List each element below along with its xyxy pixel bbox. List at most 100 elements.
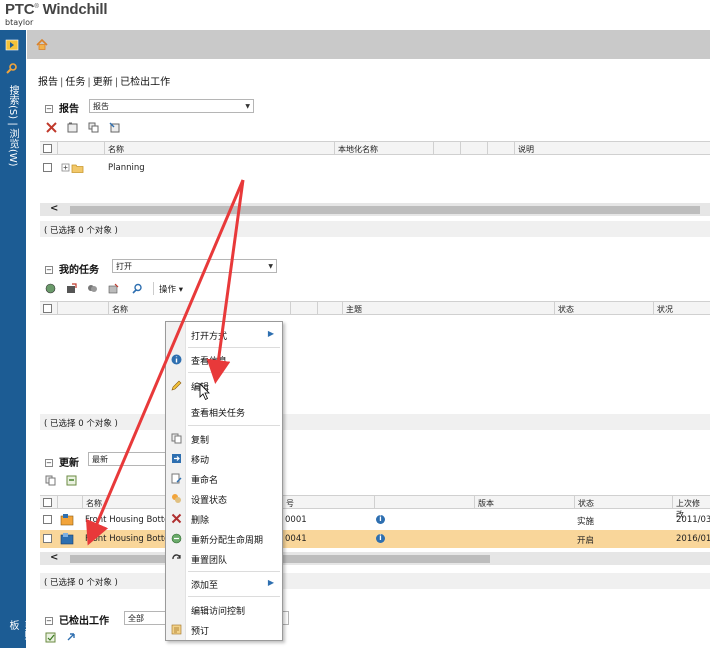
collapse-icon[interactable]: − xyxy=(45,266,53,274)
undo-checkout-icon[interactable] xyxy=(66,632,77,643)
team-icon xyxy=(172,554,181,560)
column-name[interactable]: 名称 xyxy=(104,142,334,155)
reports-dropdown[interactable]: 报告 ▼ xyxy=(89,99,254,113)
object-number: 0041 xyxy=(285,534,307,544)
menu-item-add-to[interactable]: 添加至 ▶ xyxy=(166,574,282,593)
tab-reports[interactable]: 报告 xyxy=(38,77,58,88)
column-state[interactable]: 状态 xyxy=(574,496,672,509)
collapse-icon[interactable]: − xyxy=(45,617,53,625)
object-modified: 2016/01 xyxy=(676,534,710,544)
menu-item-set-state[interactable]: 设置状态 xyxy=(166,489,282,508)
object-name[interactable]: Front Housing Botto xyxy=(85,515,169,525)
submenu-arrow-icon: ▶ xyxy=(267,329,274,338)
find-icon[interactable] xyxy=(132,283,143,294)
update-task-icon[interactable] xyxy=(108,283,119,294)
tab-checked-out[interactable]: 已检出工作 xyxy=(120,77,170,88)
menu-item-copy[interactable]: 复制 xyxy=(166,429,282,448)
tab-tasks[interactable]: 任务 xyxy=(65,77,85,88)
column-localized-name[interactable]: 本地化名称 xyxy=(334,142,433,155)
table-row[interactable]: Front Housing Botto 0001 i 实施 2011/03 xyxy=(40,511,710,529)
state-icon xyxy=(172,494,181,503)
annotation-arrows xyxy=(85,179,245,546)
info-icon[interactable]: i xyxy=(376,534,385,543)
submenu-arrow-icon: ▶ xyxy=(267,578,274,587)
select-all-checkbox[interactable] xyxy=(43,144,52,153)
collapse-icon[interactable]: − xyxy=(45,459,53,467)
column-subject[interactable]: 主题 xyxy=(342,302,554,315)
horizontal-scrollbar[interactable]: < xyxy=(40,203,710,216)
reserve-icon xyxy=(171,624,182,635)
column-number[interactable]: 号 xyxy=(282,496,374,509)
pencil-icon xyxy=(171,380,182,391)
object-name[interactable]: Front Housing Botto xyxy=(85,534,169,544)
report-name[interactable]: Planning xyxy=(108,163,145,173)
menu-item-reserve[interactable]: 预订 xyxy=(166,620,282,639)
group-icon[interactable] xyxy=(87,283,98,294)
navigator-toggle-icon[interactable] xyxy=(5,39,19,51)
info-icon xyxy=(171,354,182,365)
table-row-selected[interactable]: Front Housing Botto 0041 i 开启 2016/01 xyxy=(40,530,710,548)
menu-item-rename[interactable]: 重命名 xyxy=(166,469,282,488)
column-last-modified[interactable]: 上次修改 xyxy=(672,496,710,519)
actions-menu-button[interactable]: 操作 ▾ xyxy=(159,283,183,295)
select-all-checkbox[interactable] xyxy=(43,498,52,507)
chevron-down-icon: ▼ xyxy=(245,103,250,110)
column-state[interactable]: 状态 xyxy=(554,302,653,315)
selection-count: ( 已选择 0 个对象 ) xyxy=(40,573,710,589)
lifecycle-icon xyxy=(171,533,182,544)
move-icon xyxy=(172,454,181,463)
task-icon[interactable] xyxy=(45,283,56,294)
rename-icon xyxy=(171,473,182,484)
reports-title: − 报告 xyxy=(45,104,79,115)
updates-title: − 更新 xyxy=(45,458,79,469)
check-in-icon[interactable] xyxy=(45,632,56,643)
menu-item-edit[interactable]: 编辑 xyxy=(166,376,282,395)
horizontal-scrollbar[interactable]: < xyxy=(40,552,710,565)
scroll-left-icon[interactable]: < xyxy=(50,552,58,563)
menu-item-open-with[interactable]: 打开方式 ▶ xyxy=(166,325,282,344)
reassign-icon[interactable] xyxy=(66,283,77,294)
row-checkbox[interactable] xyxy=(43,163,52,172)
menu-item-move[interactable]: 移动 xyxy=(166,449,282,468)
column-version[interactable]: 版本 xyxy=(474,496,574,509)
tasks-title: − 我的任务 xyxy=(45,265,99,276)
search-icon[interactable] xyxy=(5,63,19,75)
home-tabs: 报告 | 任务 | 更新 | 已检出工作 xyxy=(38,77,171,88)
column-description[interactable]: 说明 xyxy=(514,142,710,155)
home-toolbar xyxy=(27,30,710,59)
expand-folder-icon[interactable] xyxy=(61,162,85,174)
checked-out-toolbar xyxy=(40,630,710,646)
collapse-icon[interactable]: − xyxy=(45,105,53,113)
select-all-checkbox[interactable] xyxy=(43,304,52,313)
delete-icon xyxy=(171,513,182,524)
menu-item-reassign-lifecycle[interactable]: 重新分配生命周期 xyxy=(166,529,282,548)
menu-item-view-info[interactable]: 查看信息 xyxy=(166,350,282,369)
row-checkbox[interactable] xyxy=(43,515,52,524)
delete-icon[interactable] xyxy=(46,122,57,133)
row-checkbox[interactable] xyxy=(43,534,52,543)
table-row[interactable]: Planning xyxy=(40,159,710,177)
search-browse-tab[interactable]: 搜索(S) | 浏览(W) xyxy=(5,85,20,167)
edit-report-icon[interactable] xyxy=(109,122,120,133)
export-icon[interactable] xyxy=(66,475,77,486)
clipboard-tab[interactable]: 剪贴板 xyxy=(5,620,35,648)
reports-table-header: 名称 本地化名称 说明 xyxy=(40,141,710,155)
menu-item-view-related-tasks[interactable]: 查看相关任务 xyxy=(166,402,282,421)
scroll-left-icon[interactable]: < xyxy=(50,203,58,214)
column-status[interactable]: 状况 xyxy=(653,302,710,315)
column-name[interactable]: 名称 xyxy=(108,302,290,315)
copy-report-icon[interactable] xyxy=(88,122,99,133)
menu-item-delete[interactable]: 删除 xyxy=(166,509,282,528)
home-icon[interactable] xyxy=(36,39,48,50)
object-state: 开启 xyxy=(577,536,595,546)
menu-item-edit-access-control[interactable]: 编辑访问控制 xyxy=(166,600,282,619)
selection-count: ( 已选择 0 个对象 ) xyxy=(40,221,710,237)
menu-item-reset-team[interactable]: 重置团队 xyxy=(166,549,282,568)
copy-icon[interactable] xyxy=(45,475,56,486)
tasks-dropdown[interactable]: 打开 ▼ xyxy=(112,259,277,273)
tab-updates[interactable]: 更新 xyxy=(93,77,113,88)
info-icon[interactable]: i xyxy=(376,515,385,524)
checked-out-title: − 已检出工作 xyxy=(45,616,109,627)
user-name: btaylor xyxy=(5,18,34,27)
new-report-icon[interactable] xyxy=(67,122,78,133)
